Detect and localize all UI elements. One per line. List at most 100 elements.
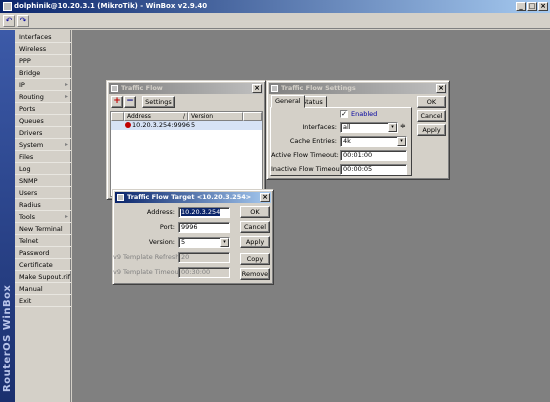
menu-item-files[interactable]: Files — [15, 151, 71, 163]
maximize-button[interactable]: □ — [527, 2, 537, 11]
list-header-blank[interactable] — [243, 112, 262, 121]
menu-item-ppp[interactable]: PPP — [15, 55, 71, 67]
table-row[interactable]: 10.20.3.254:9996 5 — [111, 121, 262, 130]
menu-item-wireless[interactable]: Wireless — [15, 43, 71, 55]
window-title-bar[interactable]: dolphinik@10.20.3.1 (MikroTik) - WinBox … — [0, 0, 550, 13]
menu-item-make-supout-rif[interactable]: Make Supout.rif — [15, 271, 71, 283]
general-tab-panel: ✓ Enabled Interfaces: all ▾ ≑ Cache Entr… — [270, 107, 412, 176]
list-header-address[interactable]: Address / — [124, 112, 188, 121]
active-flow-timeout-label: Active Flow Timeout: — [271, 151, 339, 159]
brand-label: RouterOS WinBox — [2, 284, 13, 392]
v9-template-refresh-label: v9 Template Refresh: — [113, 253, 182, 261]
traffic-flow-target-window: Traffic Flow Target <10.20.3.254> × Addr… — [112, 189, 274, 285]
target-icon — [125, 122, 131, 128]
submenu-arrow-icon: ▸ — [64, 213, 68, 220]
traffic-flow-title-bar[interactable]: Traffic Flow × — [109, 83, 263, 94]
toolbar: ↶ ↷ — [0, 13, 550, 29]
target-title: Traffic Flow Target <10.20.3.254> — [127, 193, 252, 201]
target-cancel-button[interactable]: Cancel — [240, 221, 270, 233]
cache-entries-label: Cache Entries: — [289, 137, 337, 145]
list-header-blank[interactable] — [111, 112, 124, 121]
traffic-flow-window: Traffic Flow × + − Settings Address / Ve… — [106, 80, 266, 200]
list-header-version[interactable]: Version — [188, 112, 243, 121]
menu-item-routing[interactable]: Routing ▸ — [15, 91, 71, 103]
app-icon — [3, 2, 12, 11]
v9-template-refresh-field: 20 — [178, 252, 230, 263]
settings-title: Traffic Flow Settings — [281, 84, 356, 92]
menu-item-log[interactable]: Log — [15, 163, 71, 175]
menu-item-ip[interactable]: IP ▸ — [15, 79, 71, 91]
active-flow-timeout-field[interactable]: 00:01:00 — [340, 150, 407, 161]
address-field[interactable]: 10.20.3.254 — [178, 207, 230, 218]
target-ok-button[interactable]: OK — [240, 206, 270, 218]
window-icon — [117, 194, 124, 201]
menu-item-certificate[interactable]: Certificate — [15, 259, 71, 271]
v9-template-timeout-label: v9 Template Timeout: — [113, 268, 184, 276]
settings-apply-button[interactable]: Apply — [417, 124, 446, 136]
remove-icon[interactable]: − — [124, 96, 136, 108]
menu-item-ports[interactable]: Ports — [15, 103, 71, 115]
minimize-button[interactable]: _ — [516, 2, 526, 11]
enabled-checkbox[interactable]: ✓ — [340, 110, 348, 118]
settings-ok-button[interactable]: OK — [417, 96, 446, 108]
menu-item-snmp[interactable]: SNMP — [15, 175, 71, 187]
menu-item-new-terminal[interactable]: New Terminal — [15, 223, 71, 235]
chevron-down-icon[interactable]: ▾ — [220, 238, 229, 247]
close-button[interactable]: × — [538, 2, 548, 11]
settings-button[interactable]: Settings — [142, 96, 175, 108]
settings-title-bar[interactable]: Traffic Flow Settings × — [269, 83, 447, 94]
port-label: Port: — [159, 223, 175, 231]
menu-item-interfaces[interactable]: Interfaces — [15, 31, 71, 43]
menu-item-radius[interactable]: Radius — [15, 199, 71, 211]
submenu-arrow-icon: ▸ — [64, 141, 68, 148]
target-apply-button[interactable]: Apply — [240, 236, 270, 248]
port-field[interactable]: 9996 — [178, 222, 230, 233]
redo-icon[interactable]: ↷ — [17, 15, 29, 27]
target-list: Address / Version 10.20.3.254:9996 5 — [110, 111, 263, 197]
menu-item-users[interactable]: Users — [15, 187, 71, 199]
target-title-bar[interactable]: Traffic Flow Target <10.20.3.254> × — [115, 192, 271, 203]
address-label: Address: — [146, 208, 175, 216]
interfaces-select[interactable]: all ▾ — [340, 122, 398, 133]
settings-cancel-button[interactable]: Cancel — [417, 110, 446, 122]
menu-item-system[interactable]: System ▸ — [15, 139, 71, 151]
menu-item-drivers[interactable]: Drivers — [15, 127, 71, 139]
enabled-label: Enabled — [351, 110, 378, 118]
menu-item-password[interactable]: Password — [15, 247, 71, 259]
updown-icon[interactable]: ≑ — [400, 122, 406, 130]
row-version: 5 — [191, 121, 196, 129]
settings-close-button[interactable]: × — [436, 84, 446, 93]
v9-template-timeout-field: 00:30:00 — [178, 267, 230, 278]
version-select[interactable]: 5 ▾ — [178, 237, 230, 248]
traffic-flow-title: Traffic Flow — [121, 84, 163, 92]
window-icon — [111, 85, 118, 92]
submenu-arrow-icon: ▸ — [64, 93, 68, 100]
menu-item-telnet[interactable]: Telnet — [15, 235, 71, 247]
version-label: Version: — [148, 238, 175, 246]
menu-item-tools[interactable]: Tools ▸ — [15, 211, 71, 223]
brand-strip: RouterOS WinBox — [0, 30, 15, 402]
window-title: dolphinik@10.20.3.1 (MikroTik) - WinBox … — [14, 2, 208, 10]
window-icon — [271, 85, 278, 92]
target-copy-button[interactable]: Copy — [240, 253, 270, 265]
row-address: 10.20.3.254:9996 — [132, 121, 191, 129]
sort-indicator: / — [182, 113, 185, 120]
menu-item-manual[interactable]: Manual — [15, 283, 71, 295]
target-close-button[interactable]: × — [260, 193, 270, 202]
menu-item-queues[interactable]: Queues — [15, 115, 71, 127]
submenu-arrow-icon: ▸ — [64, 81, 68, 88]
inactive-flow-timeout-label: Inactive Flow Timeout: — [271, 165, 345, 173]
inactive-flow-timeout-field[interactable]: 00:00:05 — [340, 164, 407, 175]
undo-icon[interactable]: ↶ — [3, 15, 15, 27]
interfaces-label: Interfaces: — [302, 123, 337, 131]
chevron-down-icon[interactable]: ▾ — [397, 137, 406, 146]
menu-item-bridge[interactable]: Bridge — [15, 67, 71, 79]
target-remove-button[interactable]: Remove — [240, 268, 270, 280]
cache-entries-select[interactable]: 4k ▾ — [340, 136, 407, 147]
chevron-down-icon[interactable]: ▾ — [388, 123, 397, 132]
tab-general[interactable]: General — [271, 95, 305, 108]
add-icon[interactable]: + — [111, 96, 123, 108]
menu-item-exit[interactable]: Exit — [15, 295, 71, 307]
main-menu: Interfaces Wireless PPP Bridge IP ▸ Routing ▸ Po… — [15, 30, 71, 402]
traffic-flow-close-button[interactable]: × — [252, 84, 262, 93]
